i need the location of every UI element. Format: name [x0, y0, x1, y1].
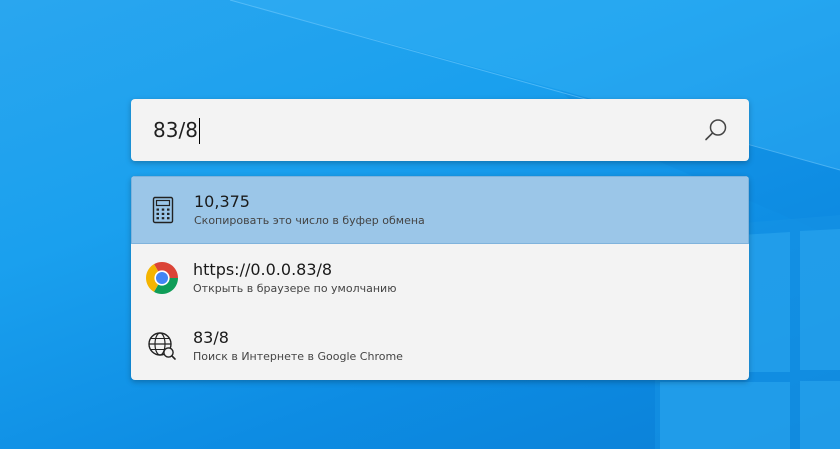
- chrome-icon: [131, 244, 193, 312]
- result-subtitle: Поиск в Интернете в Google Chrome: [193, 350, 403, 363]
- result-item-web-search[interactable]: 83/8 Поиск в Интернете в Google Chrome: [131, 312, 749, 380]
- search-icon[interactable]: [701, 115, 731, 145]
- result-title: 83/8: [193, 328, 229, 347]
- result-subtitle: Скопировать это число в буфер обмена: [194, 214, 425, 227]
- result-item-calculator[interactable]: 10,375 Скопировать это число в буфер обм…: [131, 176, 749, 244]
- result-title: 10,375: [194, 192, 250, 211]
- result-subtitle: Открыть в браузере по умолчанию: [193, 282, 397, 295]
- search-box[interactable]: [131, 99, 749, 161]
- calculator-icon: [132, 177, 194, 243]
- text-caret: [199, 118, 200, 144]
- result-item-open-url[interactable]: https://0.0.0.83/8 Открыть в браузере по…: [131, 244, 749, 312]
- results-list: 10,375 Скопировать это число в буфер обм…: [131, 176, 749, 380]
- search-input[interactable]: [153, 99, 701, 161]
- web-search-icon: [131, 312, 193, 380]
- result-title: https://0.0.0.83/8: [193, 260, 333, 279]
